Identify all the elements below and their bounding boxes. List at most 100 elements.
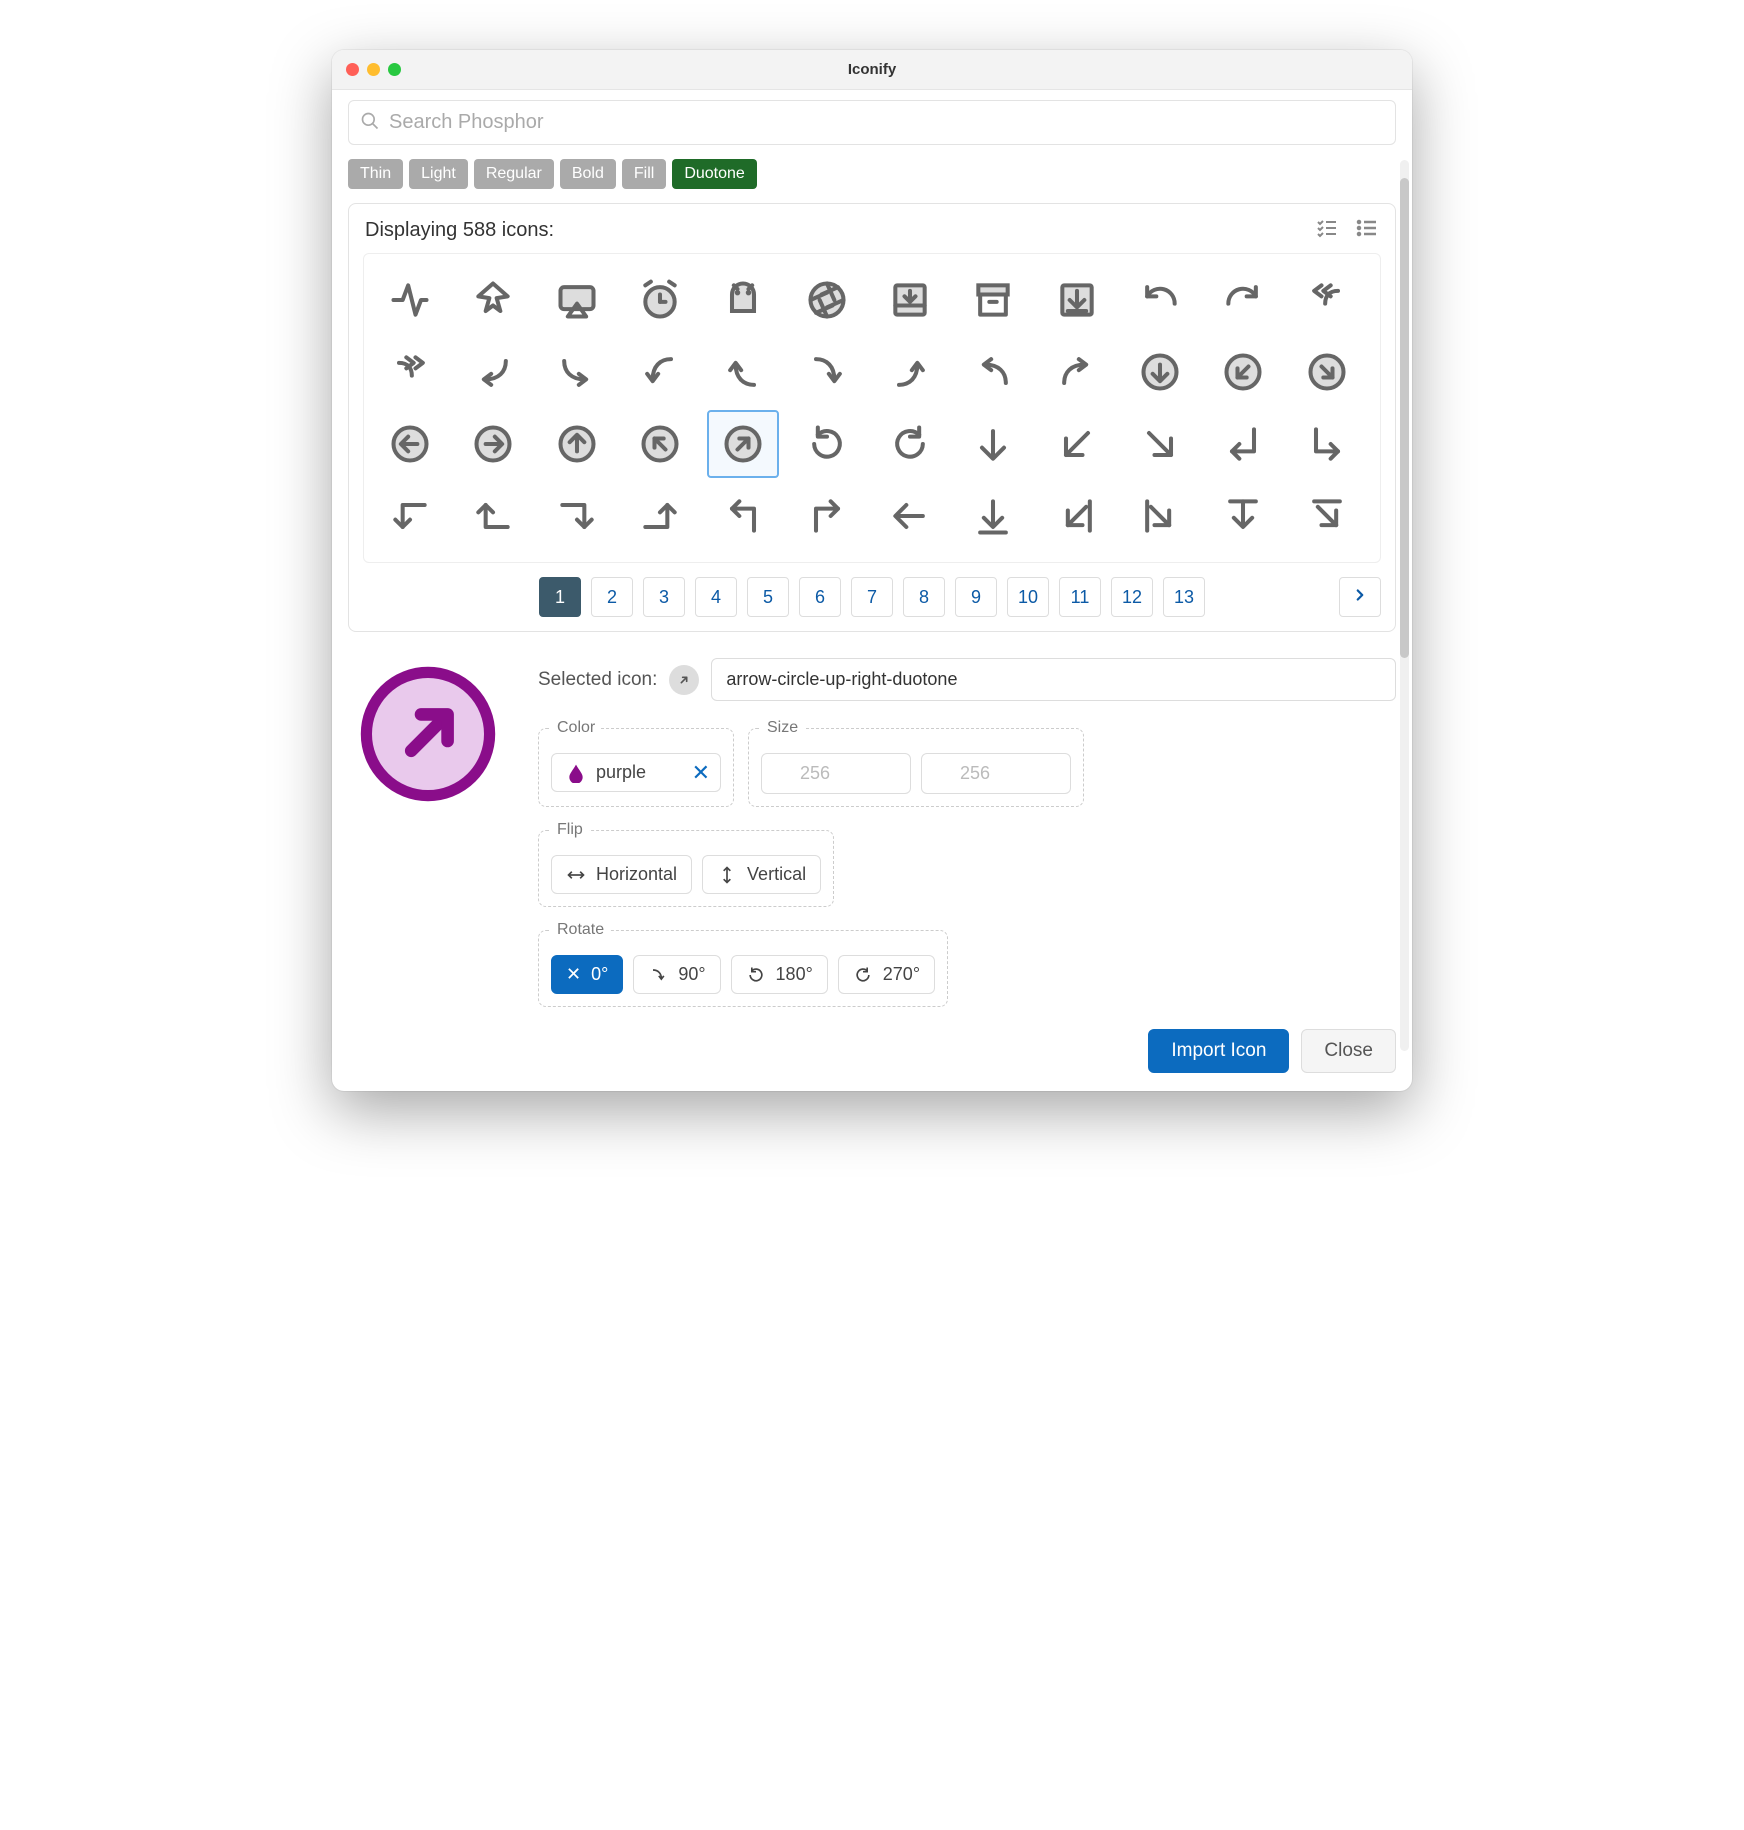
- filter-fill[interactable]: Fill: [622, 159, 666, 189]
- flip-horizontal-button[interactable]: Horizontal: [551, 855, 692, 894]
- close-window-icon[interactable]: [346, 63, 359, 76]
- icon-arrow-line-down-right[interactable]: [1124, 482, 1196, 550]
- rotate-0[interactable]: ✕0°: [551, 955, 623, 994]
- selected-icon-label: Selected icon:: [538, 669, 657, 691]
- page-8[interactable]: 8: [903, 577, 945, 617]
- view-list-icon[interactable]: [1355, 216, 1379, 245]
- page-10[interactable]: 10: [1007, 577, 1049, 617]
- page-6[interactable]: 6: [799, 577, 841, 617]
- icon-arrow-circle-up[interactable]: [541, 410, 613, 478]
- icon-arrow-elbow-left-up[interactable]: [457, 482, 529, 550]
- icon-aperture[interactable]: [791, 266, 863, 334]
- icon-arrow-bend-up-right[interactable]: [1041, 338, 1113, 406]
- arrow-circle-up-right-icon: [358, 664, 498, 804]
- page-13[interactable]: 13: [1163, 577, 1205, 617]
- flip-group: Flip Horizontal Vertical: [538, 821, 834, 907]
- page-9[interactable]: 9: [955, 577, 997, 617]
- page-2[interactable]: 2: [591, 577, 633, 617]
- view-checklist-icon[interactable]: [1315, 216, 1339, 245]
- color-picker[interactable]: purple ✕: [551, 753, 721, 792]
- page-12[interactable]: 12: [1111, 577, 1153, 617]
- results-heading: Displaying 588 icons:: [365, 219, 554, 242]
- icon-arrow-circle-down-left[interactable]: [1207, 338, 1279, 406]
- icon-arrow-line-down-left[interactable]: [1041, 482, 1113, 550]
- details-section: Selected icon: Color purple ✕: [348, 658, 1396, 1073]
- page-3[interactable]: 3: [643, 577, 685, 617]
- import-icon-button[interactable]: Import Icon: [1148, 1029, 1289, 1073]
- icon-arrow-bend-left-up[interactable]: [707, 338, 779, 406]
- flip-horizontal-icon: [566, 865, 586, 885]
- icon-arrow-elbow-down-right[interactable]: [1291, 410, 1363, 478]
- icon-archive[interactable]: [957, 266, 1029, 334]
- icon-arrow-circle-up-left[interactable]: [624, 410, 696, 478]
- close-button[interactable]: Close: [1301, 1029, 1396, 1073]
- icon-arrow-bend-down-right[interactable]: [541, 338, 613, 406]
- icon-arrow-down-right[interactable]: [1124, 410, 1196, 478]
- color-legend: Color: [551, 719, 601, 737]
- clear-color-icon[interactable]: ✕: [692, 760, 710, 786]
- page-next[interactable]: [1339, 577, 1381, 617]
- icon-arrow-arc-left[interactable]: [1124, 266, 1196, 334]
- minimize-window-icon[interactable]: [367, 63, 380, 76]
- icon-arrow-fat-down[interactable]: [1207, 482, 1279, 550]
- icon-arrow-bend-up-left[interactable]: [957, 338, 1029, 406]
- flip-vertical-label: Vertical: [747, 864, 806, 885]
- icon-activity[interactable]: [374, 266, 446, 334]
- icon-arrow-elbow-right-up[interactable]: [624, 482, 696, 550]
- rotate-270[interactable]: 270°: [838, 955, 935, 994]
- page-7[interactable]: 7: [851, 577, 893, 617]
- icon-arrow-bend-right-up[interactable]: [874, 338, 946, 406]
- filter-regular[interactable]: Regular: [474, 159, 554, 189]
- icon-download-box[interactable]: [1041, 266, 1113, 334]
- icon-android-logo[interactable]: [707, 266, 779, 334]
- icon-grid: [374, 266, 1370, 550]
- page-5[interactable]: 5: [747, 577, 789, 617]
- icon-arrow-circle-down-right[interactable]: [1291, 338, 1363, 406]
- icon-airplane[interactable]: [457, 266, 529, 334]
- search-input[interactable]: [348, 100, 1396, 145]
- icon-arrow-line-down[interactable]: [957, 482, 1029, 550]
- filter-bold[interactable]: Bold: [560, 159, 616, 189]
- icon-arrow-fat-left[interactable]: [1291, 482, 1363, 550]
- scrollbar-thumb[interactable]: [1400, 178, 1409, 658]
- icon-arrow-elbow-left-down[interactable]: [374, 482, 446, 550]
- filter-light[interactable]: Light: [409, 159, 468, 189]
- rotate-90[interactable]: 90°: [633, 955, 720, 994]
- icon-arrow-bend-left-down[interactable]: [624, 338, 696, 406]
- flip-horizontal-label: Horizontal: [596, 864, 677, 885]
- icon-arrow-counter-clockwise[interactable]: [874, 410, 946, 478]
- icon-arrow-left[interactable]: [874, 482, 946, 550]
- flip-vertical-button[interactable]: Vertical: [702, 855, 821, 894]
- filter-thin[interactable]: Thin: [348, 159, 403, 189]
- icon-arrow-bend-right-down[interactable]: [791, 338, 863, 406]
- search-icon: [360, 111, 380, 136]
- icon-arrow-clockwise[interactable]: [791, 410, 863, 478]
- filter-duotone[interactable]: Duotone: [672, 159, 757, 189]
- icon-arrow-circle-down[interactable]: [1124, 338, 1196, 406]
- rotate-180[interactable]: 180°: [731, 955, 828, 994]
- icon-arrow-down[interactable]: [957, 410, 1029, 478]
- icon-arrow-circle-left[interactable]: [374, 410, 446, 478]
- icon-arrow-elbow-up-right[interactable]: [791, 482, 863, 550]
- icon-arrow-elbow-up-left[interactable]: [707, 482, 779, 550]
- icon-airplay[interactable]: [541, 266, 613, 334]
- icon-arrow-elbow-right-down[interactable]: [541, 482, 613, 550]
- icon-alarm[interactable]: [624, 266, 696, 334]
- icon-arrows-bend-double-left[interactable]: [1291, 266, 1363, 334]
- icon-arrow-circle-up-right[interactable]: [707, 410, 779, 478]
- zoom-window-icon[interactable]: [388, 63, 401, 76]
- page-4[interactable]: 4: [695, 577, 737, 617]
- icon-arrow-elbow-down-left[interactable]: [1207, 410, 1279, 478]
- icon-archive-tray[interactable]: [874, 266, 946, 334]
- height-input[interactable]: [921, 753, 1071, 794]
- page-11[interactable]: 11: [1059, 577, 1101, 617]
- selected-icon-name-input[interactable]: [711, 658, 1396, 701]
- pagination: 12345678910111213: [363, 577, 1381, 617]
- width-input[interactable]: [761, 753, 911, 794]
- page-1[interactable]: 1: [539, 577, 581, 617]
- icon-arrow-circle-right[interactable]: [457, 410, 529, 478]
- icon-arrow-bend-down-left[interactable]: [457, 338, 529, 406]
- icon-arrow-down-left[interactable]: [1041, 410, 1113, 478]
- icon-arrow-arc-right[interactable]: [1207, 266, 1279, 334]
- icon-arrows-bend-double-right[interactable]: [374, 338, 446, 406]
